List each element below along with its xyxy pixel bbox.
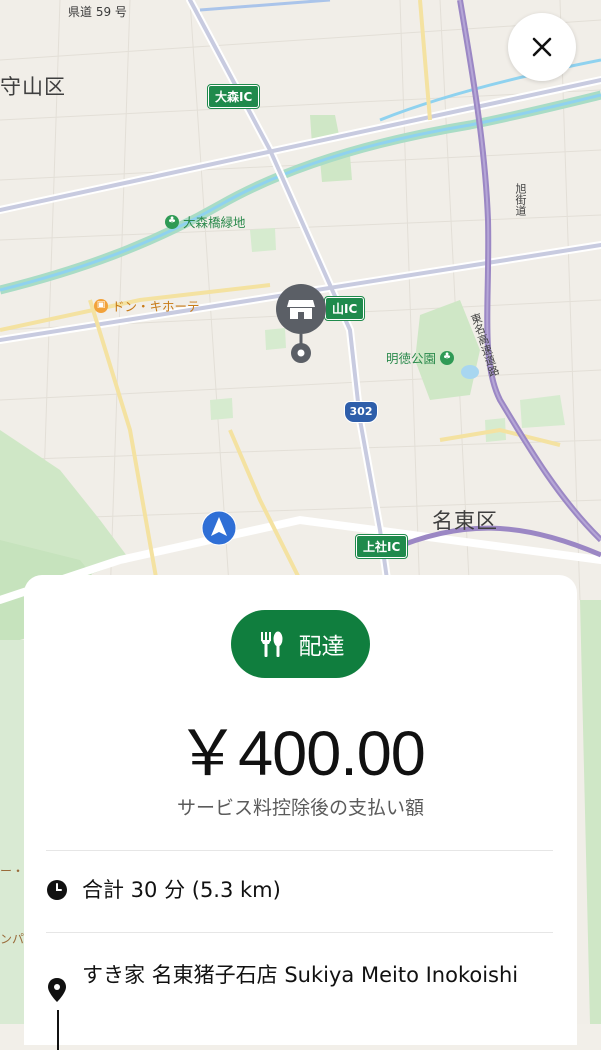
- close-button[interactable]: [508, 13, 576, 81]
- payout-amount: ￥400.00: [176, 719, 426, 789]
- road-sign-kamiyashiro-ic: 上社IC: [354, 534, 409, 559]
- prefectural-road-label: 県道 59 号: [68, 5, 127, 19]
- park-icon: ♣: [440, 350, 455, 365]
- ward-label-meito: 名東区: [432, 509, 498, 533]
- fork-knife-icon: [260, 631, 282, 657]
- park-icon: ♣: [165, 214, 179, 229]
- divider: [46, 850, 553, 851]
- duration-row: 合計 30 分 (5.3 km): [46, 875, 553, 905]
- order-type-label: 配達: [298, 634, 345, 660]
- payout-caption: サービス料控除後の支払い額: [176, 797, 424, 819]
- store-icon: [287, 300, 315, 319]
- clock-icon: [47, 880, 67, 900]
- pickup-row[interactable]: すき家 名東猪子石店 Sukiya Meito Inokoishi: [46, 960, 553, 1020]
- ward-label-moriyama: 守山区: [0, 75, 66, 99]
- road-sign-omori-ic: 大森IC: [206, 84, 261, 109]
- route-connector-line: [57, 1010, 59, 1050]
- navigation-arrow-icon: [201, 510, 237, 546]
- delivery-type-badge: 配達: [231, 610, 370, 678]
- poi-meitoku-park[interactable]: 明徳公園 ♣: [386, 348, 455, 367]
- shopping-bag-icon: ▣: [94, 298, 108, 313]
- pickup-store-name: すき家 名東猪子石店 Sukiya Meito Inokoishi: [82, 963, 519, 987]
- duration-text: 合計 30 分 (5.3 km): [82, 878, 281, 902]
- offer-card: 配達 ￥400.00 サービス料控除後の支払い額 合計 30 分 (5.3 km…: [24, 575, 577, 1050]
- edge-label: ー・: [0, 864, 25, 878]
- store-pin[interactable]: [275, 283, 327, 365]
- route-shield: 302: [344, 401, 378, 423]
- divider: [46, 932, 553, 933]
- poi-omoribashi-ryokuchi[interactable]: ♣ 大森橋緑地: [165, 212, 246, 231]
- edge-label: ンパ: [0, 932, 25, 946]
- close-icon: [532, 37, 552, 57]
- road-sign-ic: 山IC: [323, 296, 366, 321]
- poi-don-quijote[interactable]: ▣ ドン・キホーテ: [94, 296, 200, 315]
- street-label: 旭街道: [514, 183, 527, 216]
